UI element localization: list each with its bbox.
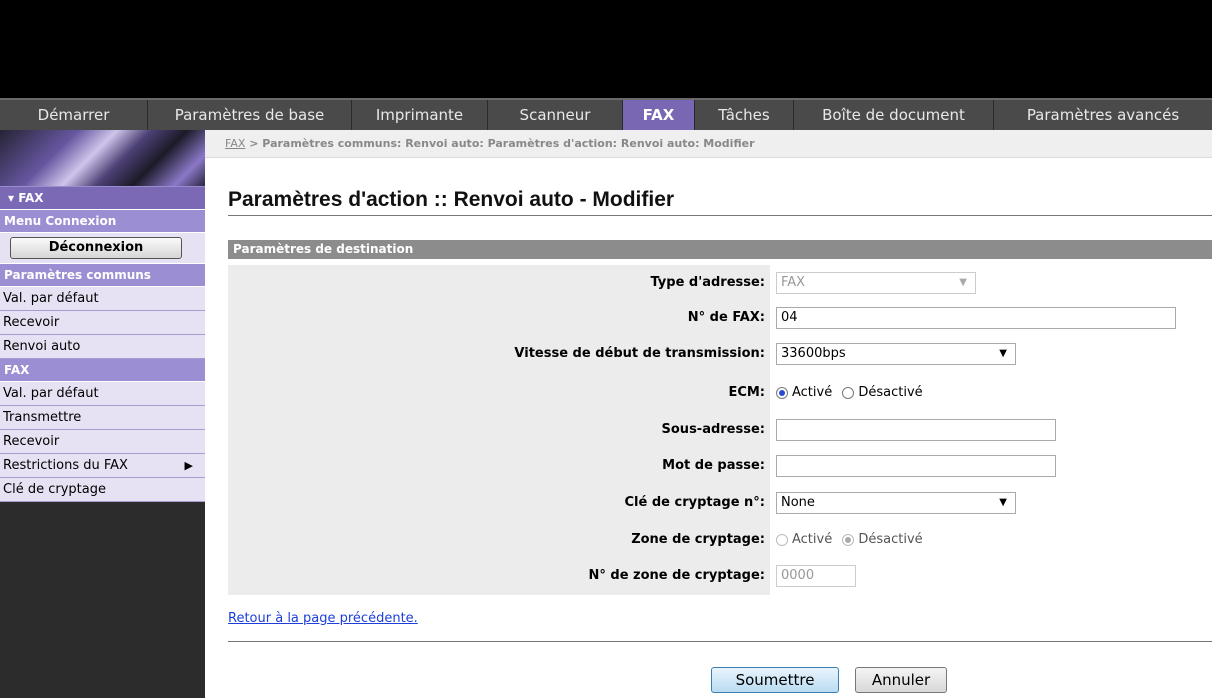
page-title: Paramètres d'action :: Renvoi auto - Mod… [228, 188, 675, 211]
tab-basic-settings[interactable]: Paramètres de base [148, 100, 352, 130]
tab-printer[interactable]: Imprimante [352, 100, 488, 130]
address-type-label: Type d'adresse: [650, 275, 765, 290]
encryption-zone-off-label[interactable]: Désactivé [858, 532, 922, 547]
ecm-label: ECM: [728, 385, 765, 400]
row-encryption-zone: Zone de cryptage: Activé Désactivé [228, 525, 1212, 555]
chevron-down-icon: ▼ [999, 497, 1007, 508]
encryption-zone-on-radio[interactable] [776, 533, 788, 546]
row-password: Mot de passe: [228, 451, 1212, 481]
sidebar-item-fax-defaults[interactable]: Val. par défaut [0, 382, 205, 406]
password-input[interactable] [776, 455, 1056, 477]
sidebar-section-title[interactable]: ▾ FAX [0, 186, 205, 210]
ecm-on-radio[interactable] [776, 386, 788, 399]
sidebar-login-menu-header: Menu Connexion [0, 210, 205, 233]
sidebar-item-fax-receive[interactable]: Recevoir [0, 430, 205, 454]
title-divider [228, 215, 1212, 216]
breadcrumb-separator: > [249, 137, 259, 150]
encryption-zone-number-label: N° de zone de cryptage: [588, 568, 765, 583]
sidebar-fax-header: FAX [0, 359, 205, 382]
sidebar-item-fax-restrictions[interactable]: Restrictions du FAX ▶ [0, 454, 205, 478]
footer-divider [228, 641, 1212, 642]
encryption-key-label: Clé de cryptage n°: [624, 495, 765, 510]
address-type-value: FAX [781, 275, 806, 290]
main-nav: Démarrer Paramètres de base Imprimante S… [0, 98, 1212, 130]
row-start-speed: Vitesse de début de transmission: 33600b… [228, 339, 1212, 369]
breadcrumb-link-fax[interactable]: FAX [225, 137, 245, 150]
encryption-zone-on-label[interactable]: Activé [792, 532, 832, 547]
encryption-zone-label: Zone de cryptage: [631, 532, 765, 547]
address-type-select[interactable]: FAX ▼ [776, 272, 976, 294]
breadcrumb: FAX > Paramètres communs: Renvoi auto: P… [205, 130, 1212, 158]
encryption-key-select[interactable]: None ▼ [776, 492, 1016, 514]
sidebar-logout-row: Déconnexion [0, 233, 205, 264]
sub-address-input[interactable] [776, 419, 1056, 441]
tab-fax[interactable]: FAX [623, 100, 695, 130]
ecm-on-label[interactable]: Activé [792, 385, 832, 400]
start-speed-label: Vitesse de début de transmission: [514, 346, 765, 361]
destination-form: Type d'adresse: FAX ▼ N° de FAX: 04 Vite… [228, 265, 1212, 595]
sidebar-common-settings-header: Paramètres communs [0, 264, 205, 287]
sidebar: ▾ FAX Menu Connexion Déconnexion Paramèt… [0, 130, 205, 698]
row-encryption-key: Clé de cryptage n°: None ▼ [228, 488, 1212, 518]
encryption-zone-off-radio[interactable] [842, 533, 855, 546]
tab-start[interactable]: Démarrer [0, 100, 148, 130]
cancel-button[interactable]: Annuler [855, 667, 947, 693]
tab-scanner[interactable]: Scanneur [488, 100, 623, 130]
tab-advanced-settings[interactable]: Paramètres avancés [994, 100, 1212, 130]
tab-document-box[interactable]: Boîte de document [794, 100, 994, 130]
breadcrumb-path: Paramètres communs: Renvoi auto: Paramèt… [262, 137, 755, 150]
encryption-key-value: None [781, 495, 815, 510]
sidebar-item-label: Restrictions du FAX [3, 458, 128, 473]
chevron-right-icon: ▶ [184, 459, 193, 472]
sidebar-banner-image [0, 130, 205, 186]
chevron-down-icon: ▼ [959, 277, 967, 288]
row-encryption-zone-number: N° de zone de cryptage: 0000 [228, 561, 1212, 591]
sidebar-item-transmit[interactable]: Transmettre [0, 406, 205, 430]
submit-button[interactable]: Soumettre [711, 667, 839, 693]
ecm-off-radio[interactable] [842, 386, 855, 399]
sidebar-item-encryption-key[interactable]: Clé de cryptage [0, 478, 205, 502]
chevron-down-icon: ▼ [999, 348, 1007, 359]
row-address-type: Type d'adresse: FAX ▼ [228, 268, 1212, 298]
fax-number-input[interactable]: 04 [776, 307, 1176, 329]
fax-number-label: N° de FAX: [687, 310, 765, 325]
sidebar-item-common-defaults[interactable]: Val. par défaut [0, 287, 205, 311]
row-ecm: ECM: Activé Désactivé [228, 378, 1212, 408]
start-speed-select[interactable]: 33600bps ▼ [776, 343, 1016, 365]
row-sub-address: Sous-adresse: [228, 415, 1212, 445]
sub-address-label: Sous-adresse: [661, 422, 765, 437]
ecm-off-label[interactable]: Désactivé [858, 385, 922, 400]
sidebar-item-auto-forward[interactable]: Renvoi auto [0, 335, 205, 359]
password-label: Mot de passe: [662, 458, 765, 473]
start-speed-value: 33600bps [781, 346, 846, 361]
logout-button[interactable]: Déconnexion [10, 237, 182, 259]
back-link[interactable]: Retour à la page précédente. [228, 611, 418, 626]
tab-jobs[interactable]: Tâches [695, 100, 794, 130]
header-banner [0, 0, 1212, 98]
encryption-zone-number-input[interactable]: 0000 [776, 565, 856, 587]
sidebar-item-common-receive[interactable]: Recevoir [0, 311, 205, 335]
row-fax-number: N° de FAX: 04 [228, 303, 1212, 333]
section-header-destination: Paramètres de destination [228, 240, 1212, 259]
